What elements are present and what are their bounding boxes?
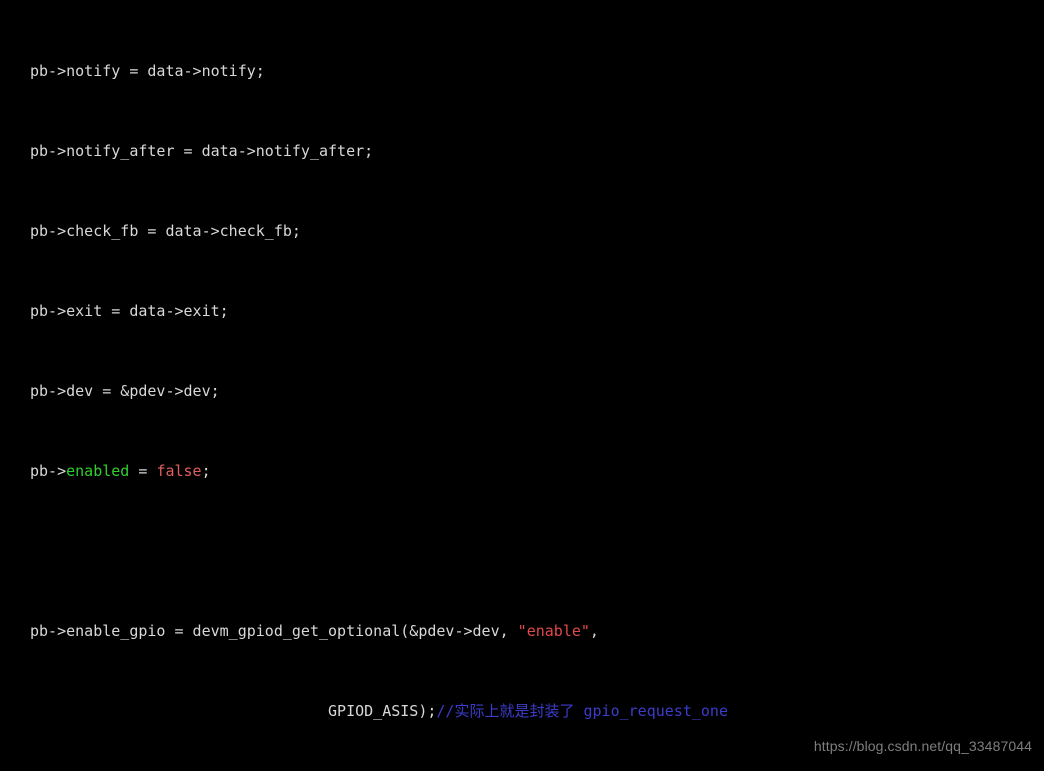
code-token-identifier: pb->dev = &pdev->dev; <box>30 382 220 400</box>
code-viewport[interactable]: pb->notify = data->notify; pb->notify_af… <box>30 1 728 771</box>
code-token-comment: //实际上就是封装了 gpio_request_one <box>436 702 728 720</box>
code-line: pb->check_fb = data->check_fb; <box>30 221 728 241</box>
code-line: pb->enabled = false; <box>30 461 728 481</box>
code-line: GPIOD_ASIS);//实际上就是封装了 gpio_request_one <box>30 701 728 721</box>
code-token-identifier: GPIOD_ASIS); <box>30 702 437 720</box>
code-token-identifier: pb->notify_after = data->notify_after; <box>30 142 374 160</box>
code-token-punctuation: , <box>589 622 599 640</box>
code-token-identifier: pb-> <box>30 462 67 480</box>
code-token-punctuation: ; <box>201 462 211 480</box>
code-line: pb->dev = &pdev->dev; <box>30 381 728 401</box>
code-token-identifier: pb->enable_gpio = devm_gpiod_get_optiona… <box>30 622 518 640</box>
code-token-identifier: pb->notify = data->notify; <box>30 62 265 80</box>
code-token-constant: false <box>156 462 202 480</box>
code-token-member: enabled <box>66 462 130 480</box>
watermark-url: https://blog.csdn.net/qq_33487044 <box>813 738 1032 754</box>
code-token-string: "enable" <box>517 622 590 640</box>
code-token-identifier: pb->check_fb = data->check_fb; <box>30 222 301 240</box>
code-token-operator: = <box>129 462 157 480</box>
code-line: pb->enable_gpio = devm_gpiod_get_optiona… <box>30 621 728 641</box>
code-line: pb->notify_after = data->notify_after; <box>30 141 728 161</box>
code-editor-screen: pb->notify = data->notify; pb->notify_af… <box>0 0 1044 771</box>
code-line: pb->exit = data->exit; <box>30 301 728 321</box>
code-token-identifier: pb->exit = data->exit; <box>30 302 229 320</box>
code-line: pb->notify = data->notify; <box>30 61 728 81</box>
